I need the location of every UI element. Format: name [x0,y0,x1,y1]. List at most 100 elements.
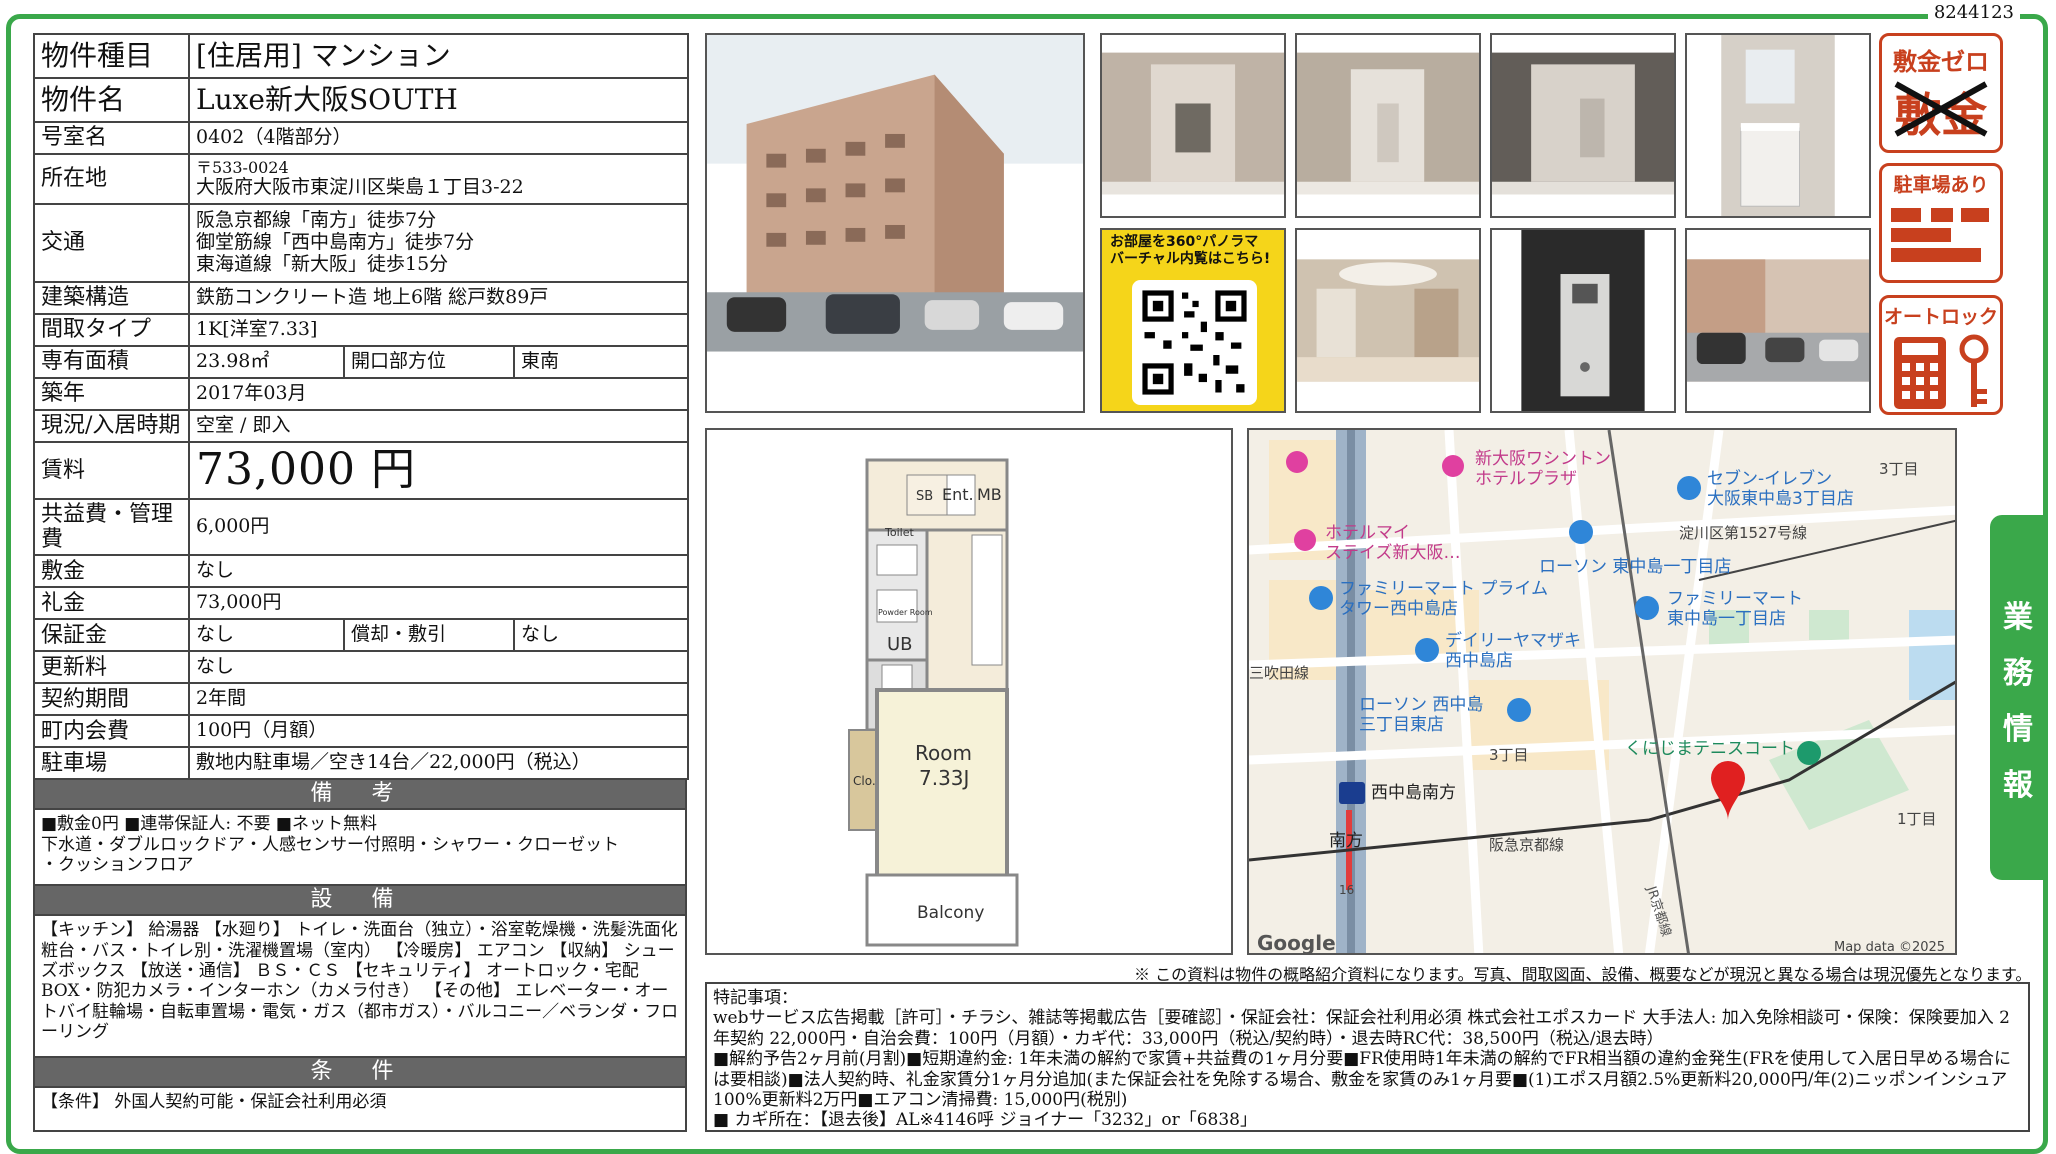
washroom-photo[interactable] [1685,33,1871,218]
subway-station-icon [1339,782,1365,804]
fp-label: SB [916,489,933,504]
fp-label: Clo. [853,774,876,788]
park-marker-icon [1797,741,1821,765]
map-panel[interactable]: 新大阪ワシントン ホテルプラザ ホテルマイ ステイズ新大阪… セブン-イレブン … [1247,428,1957,955]
floorplan-panel: SB Ent. MB Toilet Powder Room UB Clo. Ro… [705,428,1233,955]
room-photo-3[interactable] [1490,33,1676,218]
direction-label: 開口部方位 [343,345,515,379]
zero-deposit-badge: 敷金ゼロ 敷金 [1879,33,2003,153]
washroom-photo-image [1687,35,1869,216]
spec-table: 物件種目 [住居用] マンション 物件名 Luxe新大阪SOUTH 号室名 0402（… [33,33,690,781]
map-label: 西中島店 [1445,651,1513,671]
status-label: 現況/入居時期 [33,409,190,443]
intercom-photo-image [1492,230,1674,411]
rent-value: 73,000 円 [187,441,690,500]
amort-value: なし [512,618,690,653]
remarks-line: webサービス広告掲載［許可］・チラシ、雑誌等掲載広告［要確認］・保証会社：保証… [713,1008,2010,1049]
map-drawing: 新大阪ワシントン ホテルプラザ ホテルマイ ステイズ新大阪… セブン-イレブン … [1249,430,1955,955]
jouken-header: 条 件 [33,1058,687,1089]
side-tab-char: 情 [2003,711,2033,747]
fp-label: UB [887,634,913,655]
keymoney-label: 礼金 [33,586,190,621]
fp-label: Ent. [942,485,974,504]
fp-label: Balcony [917,903,984,923]
parking-photo-image [1687,230,1869,411]
side-tab-char: 業 [2003,599,2033,635]
map-label: 東中島一丁目店 [1667,609,1786,629]
qr-text-line: お部屋を360°パノラマ [1110,234,1259,250]
guarantee-value: なし [188,618,345,653]
map-label: セブン-イレブン [1707,468,1832,489]
map-label: 三吹田線 [1249,664,1309,682]
status-value: 空室 / 即入 [187,409,690,443]
contract-value: 2年間 [187,682,690,717]
parking-badge: 駐車場あり [1879,163,2003,283]
qr-code-icon [1132,280,1257,405]
bikou-header: 備 考 [33,780,687,811]
map-label: ローソン 東中島一丁目店 [1539,557,1731,577]
parking-value: 敷地内駐車場／空き14台／22,000円（税込） [187,746,690,781]
map-label: 西中島南方 [1371,783,1456,803]
spec-panel: 物件種目 [住居用] マンション 物件名 Luxe新大阪SOUTH 号室名 0402（… [33,33,690,1133]
direction-value: 東南 [512,345,690,379]
map-label: ファミリーマート プライム [1339,579,1548,599]
room-photo-image [1492,35,1674,216]
address-label: 所在地 [33,153,190,205]
map-label: 三丁目東店 [1359,715,1444,735]
building-photo[interactable] [705,33,1085,413]
remarks-title: 特記事項： [713,988,798,1008]
map-label: 3丁目 [1489,746,1529,764]
remarks-line: ■解約予告2ヶ月前(月割)■短期違約金: 1年未満の解約で家賃+共益費の1ヶ月分… [713,1049,2011,1110]
map-label: ホテルマイ [1325,523,1410,543]
badge-text: 敷金ゼロ [1893,48,1989,76]
panorama-qr-card[interactable]: お部屋を360°パノラマ バーチャル内覧はこちら! [1100,228,1286,413]
guarantee-label: 保証金 [33,618,190,653]
map-label: 大阪東中島3丁目店 [1707,489,1854,509]
fp-label: Powder Room [878,608,933,617]
deposit-value: なし [187,554,690,589]
fp-label: 7.33J [919,766,969,790]
map-label: ホテルプラザ [1475,469,1577,489]
google-logo: Google [1257,931,1336,955]
room-photo-2[interactable] [1295,33,1481,218]
fp-label: Room [915,741,972,765]
address-zip: 〒533-0024 [196,157,289,177]
badge-text: 駐車場あり [1893,174,1989,196]
map-label: 南方 [1329,831,1363,851]
bikou-line: 下水道・ダブルロックドア・人感センサー付照明・シャワー・クローゼット [41,834,619,855]
fee-label: 共益費・管理費 [33,497,190,557]
autolock-icon [1894,334,1989,409]
parking-icon [1891,208,1989,262]
renewal-value: なし [187,650,690,685]
badge-text: オートロック [1883,306,1998,328]
remarks-line: ■ カギ所在：【退去後】AL※4146呼 ジョイナー「3232」or「6838」 [713,1110,1257,1131]
contract-label: 契約期間 [33,682,190,717]
room-photo-1[interactable] [1100,33,1286,218]
side-tab-char: 報 [2003,767,2033,803]
name-label: 物件名 [33,77,190,123]
remarks-box: 特記事項： webサービス広告掲載［許可］・チラシ、雑誌等掲載広告［要確認］・保… [705,982,2030,1132]
renewal-label: 更新料 [33,650,190,685]
area-value: 23.98㎡ [188,345,345,379]
rent-label: 賃料 [33,441,190,500]
structure-label: 建築構造 [33,281,190,315]
property-id: 8244123 [1927,2,2020,23]
area-label: 専有面積 [33,345,190,379]
deposit-label: 敷金 [33,554,190,589]
amort-label: 償却・敷引 [343,618,515,653]
address-value: 大阪府大阪市東淀川区柴島１丁目3-22 [196,176,524,199]
business-info-tab[interactable]: 業 務 情 報 [1990,515,2046,880]
map-label: デイリーヤマザキ [1445,630,1581,651]
structure-value: 鉄筋コンクリート造 地上6階 総戸数89戸 [187,281,690,315]
intercom-photo[interactable] [1490,228,1676,413]
entrance-photo[interactable] [1295,228,1481,413]
parking-photo[interactable] [1685,228,1871,413]
bikou-line: ・クッションフロア [41,854,194,875]
town-value: 100円（月額） [187,714,690,749]
type-label: 物件種目 [33,33,190,79]
map-label: 3丁目 [1879,460,1919,478]
town-label: 町内会費 [33,714,190,749]
layout-value: 1K[洋室7.33] [187,313,690,347]
keymoney-value: 73,000円 [187,586,690,621]
map-label: 阪急京都線 [1489,836,1564,854]
